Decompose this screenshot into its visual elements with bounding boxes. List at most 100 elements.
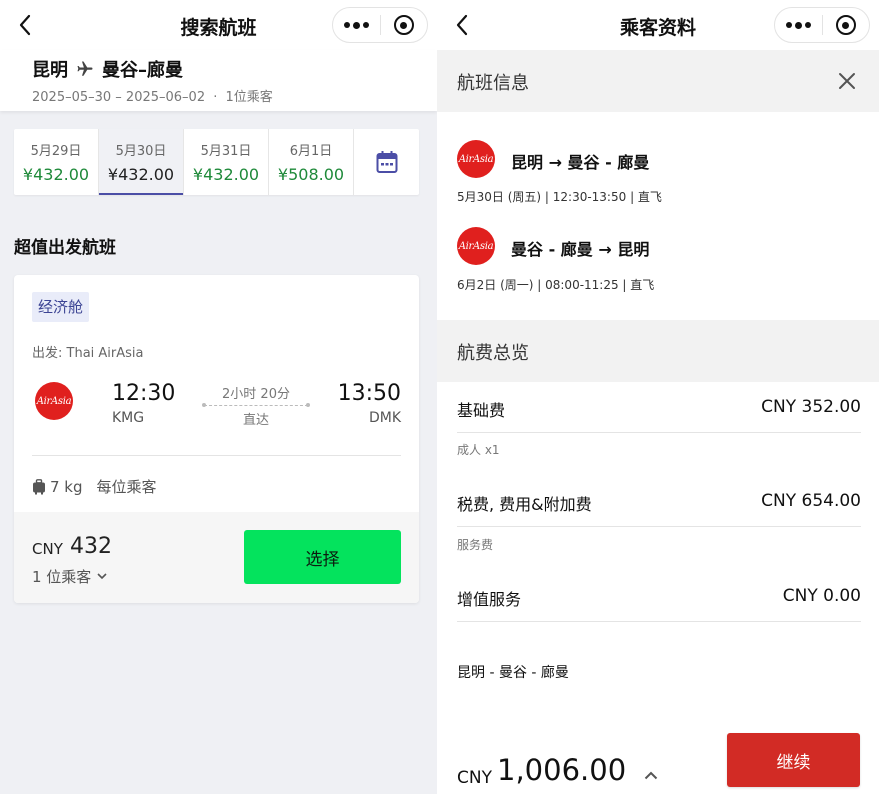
departure-time: 12:30	[112, 381, 176, 406]
segment-route: 曼谷 - 廊曼 → 昆明	[511, 240, 650, 259]
subtitle-separator: ·	[213, 90, 218, 105]
cabin-badge: 经济舱	[32, 292, 90, 322]
calendar-icon	[376, 151, 397, 173]
total-amount: 1,006.00	[497, 753, 627, 787]
back-button[interactable]	[447, 10, 477, 40]
airasia-logo: AirAsia	[457, 227, 495, 265]
arrival-airport: DMK	[368, 410, 401, 426]
chevron-down-icon	[97, 573, 107, 580]
section-title: 超值出发航班	[14, 238, 116, 258]
select-flight-button[interactable]: 选择	[244, 530, 401, 584]
flight-duration: 2小时 20分	[222, 387, 290, 402]
close-mini-program-button[interactable]	[381, 8, 427, 42]
segment-info: 6月2日 (周一) | 08:00-11:25 | 直飞	[457, 278, 655, 292]
section-title: 航费总览	[457, 343, 529, 364]
chevron-left-icon	[19, 14, 31, 36]
luggage-icon	[33, 478, 45, 494]
baggage-info: 7 kg 每位乘客	[32, 476, 157, 497]
target-icon	[393, 15, 414, 35]
divider	[32, 455, 401, 456]
continue-button[interactable]: 继续	[727, 733, 860, 787]
more-options-button[interactable]	[333, 8, 380, 42]
more-dot-icon	[363, 22, 369, 28]
stops-label: 直达	[242, 413, 269, 428]
departure-airport: KMG	[112, 410, 145, 426]
route-title: 昆明 曼谷–廊曼	[32, 56, 183, 82]
date-label: 5月29日	[30, 144, 82, 159]
arrival-time: 13:50	[337, 381, 401, 406]
route-subtitle: 2025–05–30 – 2025–06–02 · 1位乘客	[32, 86, 273, 105]
target-icon	[835, 15, 856, 35]
trip-dates: 2025–05–30 – 2025–06–02	[32, 90, 206, 105]
passenger-selector[interactable]: 1 位乘客	[32, 566, 107, 587]
card-footer: CNY 432 1 位乘客 选择	[14, 512, 419, 603]
chevron-up-icon	[644, 771, 658, 779]
close-button[interactable]	[835, 69, 859, 93]
mini-program-capsule	[774, 7, 870, 43]
flight-segment: AirAsia 曼谷 - 廊曼 → 昆明	[457, 227, 649, 265]
price-amount: 432	[70, 534, 112, 559]
mini-program-capsule	[332, 7, 428, 43]
more-options-button[interactable]	[775, 8, 822, 42]
route-note: 昆明 - 曼谷 - 廊曼	[457, 665, 569, 681]
passenger-count: 1位乘客	[225, 90, 273, 105]
date-tab[interactable]: 5月29日 ¥432.00	[14, 129, 99, 195]
date-price: ¥432.00	[192, 165, 260, 184]
date-tab[interactable]: 5月31日 ¥432.00	[184, 129, 269, 195]
fee-sublabel: 服务费	[457, 538, 494, 552]
flight-card[interactable]: 经济舱 出发: Thai AirAsia AirAsia 12:30 KMG 2…	[14, 275, 419, 603]
destination-city: 曼谷–廊曼	[102, 60, 183, 81]
airasia-logo: AirAsia	[457, 140, 495, 178]
flight-info-header: 航班信息	[437, 50, 879, 112]
route-header: 昆明 曼谷–廊曼 2025–05–30 – 2025–06–02 · 1位乘客	[0, 50, 437, 111]
date-tab-selected[interactable]: 5月30日 ¥432.00	[99, 129, 184, 195]
fee-label: 基础费	[457, 401, 506, 420]
date-label: 6月1日	[289, 144, 333, 159]
more-dot-icon	[353, 21, 360, 29]
price-currency: CNY	[32, 540, 63, 558]
passenger-details-screen: 乘客资料 航班信息 AirAsia 昆明 → 曼谷 - 廊曼 5月30日 (周五…	[437, 0, 879, 794]
more-dot-icon	[795, 21, 802, 29]
calendar-button[interactable]	[354, 129, 419, 195]
duration-line	[202, 403, 310, 407]
passenger-selector-label: 1 位乘客	[32, 568, 92, 586]
fee-label: 税费, 费用&附加费	[457, 495, 592, 514]
fee-row: 基础费 CNY 352.00	[457, 383, 861, 433]
close-icon	[839, 73, 855, 89]
date-selector: 5月29日 ¥432.00 5月30日 ¥432.00 5月31日 ¥432.0…	[14, 129, 419, 195]
date-tab[interactable]: 6月1日 ¥508.00	[269, 129, 354, 195]
navbar: 搜索航班	[0, 0, 437, 50]
baggage-note: 每位乘客	[96, 478, 157, 496]
search-flights-screen: 搜索航班 昆明 曼谷–廊曼 2025–05–30 – 2025–06–02 · …	[0, 0, 437, 794]
expand-total-button[interactable]	[641, 765, 661, 785]
fee-sublabel: 成人 x1	[457, 443, 500, 457]
navbar: 乘客资料	[437, 0, 879, 50]
segment-route: 昆明 → 曼谷 - 廊曼	[511, 153, 650, 172]
more-dot-icon	[786, 22, 792, 28]
origin-city: 昆明	[32, 60, 68, 81]
segment-info: 5月30日 (周五) | 12:30-13:50 | 直飞	[457, 190, 662, 204]
date-price: ¥508.00	[277, 165, 345, 184]
operator-label: 出发: Thai AirAsia	[32, 346, 144, 361]
fee-amount: CNY 352.00	[761, 397, 861, 417]
date-label: 5月30日	[115, 144, 167, 159]
fee-label: 增值服务	[457, 590, 522, 609]
flight-segment: AirAsia 昆明 → 曼谷 - 廊曼	[457, 140, 649, 178]
chevron-left-icon	[456, 14, 468, 36]
fee-row: 税费, 费用&附加费 CNY 654.00	[457, 477, 861, 527]
close-mini-program-button[interactable]	[823, 8, 869, 42]
more-dot-icon	[344, 22, 350, 28]
date-price: ¥432.00	[22, 165, 90, 184]
airplane-icon	[76, 60, 94, 78]
fee-amount: CNY 654.00	[761, 491, 861, 511]
total-currency: CNY	[457, 768, 492, 788]
fee-row: 增值服务 CNY 0.00	[457, 572, 861, 622]
date-price: ¥432.00	[107, 165, 175, 184]
airasia-logo: AirAsia	[35, 382, 73, 420]
fee-amount: CNY 0.00	[782, 586, 861, 606]
back-button[interactable]	[10, 10, 40, 40]
more-dot-icon	[805, 22, 811, 28]
section-title: 航班信息	[457, 73, 529, 94]
baggage-weight: 7 kg	[50, 477, 83, 496]
fare-summary-header: 航费总览	[437, 320, 879, 382]
